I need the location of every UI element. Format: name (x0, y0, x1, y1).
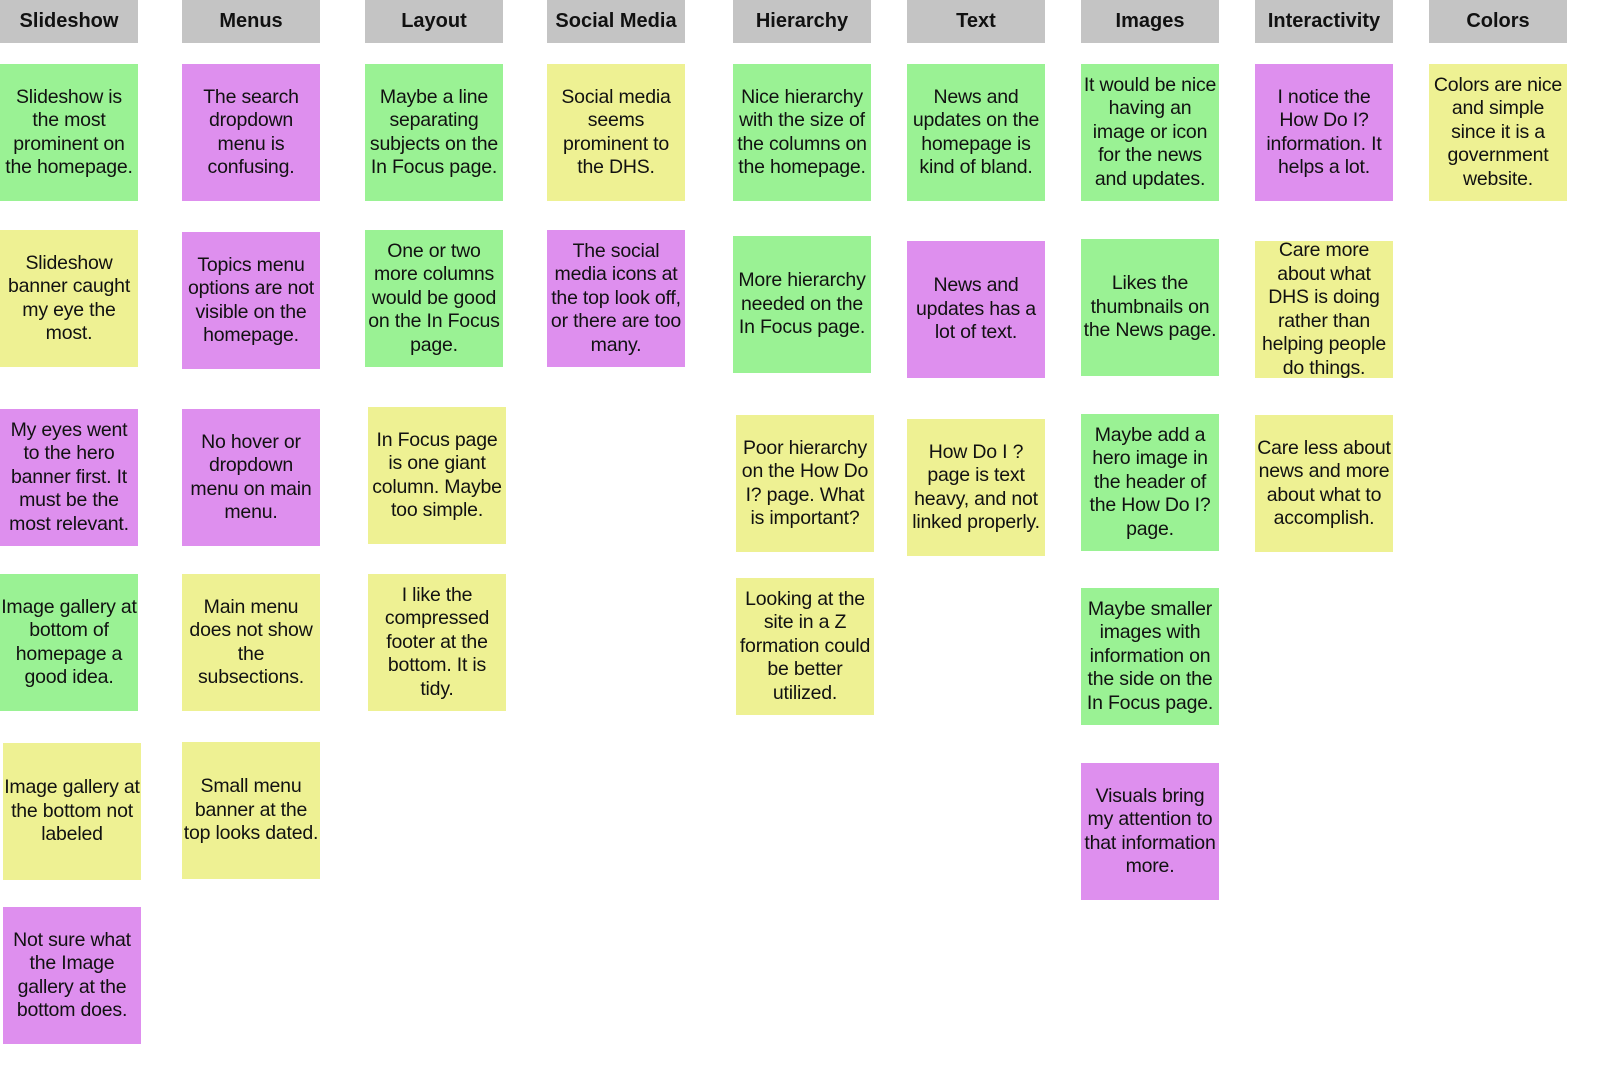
sticky-note-text: Small menu banner at the top looks dated… (183, 775, 319, 845)
sticky-note[interactable]: Looking at the site in a Z formation cou… (736, 578, 874, 715)
column-header: Hierarchy (733, 0, 871, 43)
sticky-note[interactable]: Slideshow banner caught my eye the most. (0, 230, 138, 367)
sticky-note-text: Maybe a line separating subjects on the … (369, 85, 499, 179)
sticky-note-text: Care less about news and more about what… (1257, 436, 1391, 530)
sticky-note-text: Topics menu options are not visible on t… (187, 253, 314, 347)
sticky-note-text: I like the compressed footer at the bott… (384, 583, 490, 700)
sticky-note-text: Image gallery at the bottom not labeled (4, 776, 140, 846)
sticky-note[interactable]: Main menu does not show the subsections. (182, 574, 320, 711)
sticky-note-text: In Focus page is one giant column. Maybe… (372, 428, 502, 522)
sticky-note[interactable]: Slideshow is the most prominent on the h… (0, 64, 138, 201)
sticky-note-text: Likes the thumbnails on the News page. (1083, 272, 1217, 342)
sticky-note[interactable]: Maybe a line separating subjects on the … (365, 64, 503, 201)
sticky-note[interactable]: Topics menu options are not visible on t… (182, 232, 320, 369)
sticky-note[interactable]: Nice hierarchy with the size of the colu… (733, 64, 871, 201)
column-header: Interactivity (1255, 0, 1393, 43)
sticky-note-text: Nice hierarchy with the size of the colu… (737, 85, 867, 179)
column-header: Social Media (547, 0, 685, 43)
sticky-note[interactable]: My eyes went to the hero banner first. I… (0, 409, 138, 546)
column-header: Menus (182, 0, 320, 43)
sticky-note[interactable]: How Do I ? page is text heavy, and not l… (907, 419, 1045, 556)
sticky-note[interactable]: Maybe smaller images with information on… (1081, 588, 1219, 725)
sticky-note[interactable]: Care more about what DHS is doing rather… (1255, 239, 1393, 379)
sticky-note[interactable]: The social media icons at the top look o… (547, 230, 685, 367)
sticky-note[interactable]: Visuals bring my attention to that infor… (1081, 763, 1219, 900)
sticky-note-text: It would be nice having an image or icon… (1083, 73, 1217, 190)
sticky-note[interactable]: Care less about news and more about what… (1255, 415, 1393, 552)
sticky-note-text: Social media seems prominent to the DHS. (561, 85, 671, 179)
sticky-note-text: Looking at the site in a Z formation cou… (739, 587, 871, 704)
sticky-note-text: Maybe smaller images with information on… (1086, 597, 1214, 714)
sticky-note[interactable]: Colors are nice and simple since it is a… (1429, 64, 1567, 201)
sticky-note-text: Poor hierarchy on the How Do I? page. Wh… (741, 436, 869, 530)
sticky-note-text: How Do I ? page is text heavy, and not l… (912, 440, 1040, 534)
sticky-note[interactable]: Likes the thumbnails on the News page. (1081, 239, 1219, 376)
sticky-note-text: I notice the How Do I? information. It h… (1266, 85, 1382, 179)
sticky-note-text: Care more about what DHS is doing rather… (1261, 239, 1387, 379)
sticky-note-text: More hierarchy needed on the In Focus pa… (738, 269, 866, 339)
sticky-note[interactable]: The search dropdown menu is confusing. (182, 64, 320, 201)
column-header: Slideshow (0, 0, 138, 43)
column-header: Colors (1429, 0, 1567, 43)
sticky-note[interactable]: Image gallery at the bottom not labeled (3, 743, 141, 880)
sticky-note[interactable]: Not sure what the Image gallery at the b… (3, 907, 141, 1044)
sticky-note-text: Not sure what the Image gallery at the b… (13, 928, 131, 1022)
sticky-note-text: One or two more columns would be good on… (368, 239, 500, 356)
sticky-note[interactable]: No hover or dropdown menu on main menu. (182, 409, 320, 546)
sticky-note[interactable]: Poor hierarchy on the How Do I? page. Wh… (736, 415, 874, 552)
sticky-note-text: Main menu does not show the subsections. (189, 595, 313, 689)
sticky-note[interactable]: Social media seems prominent to the DHS. (547, 64, 685, 201)
column-header: Text (907, 0, 1045, 43)
sticky-note-text: The search dropdown menu is confusing. (203, 85, 299, 179)
sticky-note-text: News and updates on the homepage is kind… (912, 85, 1040, 179)
sticky-note-text: Image gallery at bottom of homepage a go… (1, 595, 137, 689)
sticky-note-text: Colors are nice and simple since it is a… (1433, 73, 1563, 190)
column-header: Images (1081, 0, 1219, 43)
sticky-note-text: Maybe add a hero image in the header of … (1089, 423, 1211, 540)
sticky-note[interactable]: Image gallery at bottom of homepage a go… (0, 574, 138, 711)
sticky-note[interactable]: Small menu banner at the top looks dated… (182, 742, 320, 879)
sticky-note-text: Slideshow is the most prominent on the h… (5, 85, 133, 179)
sticky-note[interactable]: I notice the How Do I? information. It h… (1255, 64, 1393, 201)
sticky-note[interactable]: I like the compressed footer at the bott… (368, 574, 506, 711)
column-header: Layout (365, 0, 503, 43)
sticky-note[interactable]: It would be nice having an image or icon… (1081, 64, 1219, 201)
sticky-note[interactable]: One or two more columns would be good on… (365, 230, 503, 367)
sticky-note-text: Visuals bring my attention to that infor… (1084, 784, 1216, 878)
sticky-note-text: The social media icons at the top look o… (550, 239, 682, 356)
sticky-note-text: News and updates has a lot of text. (916, 274, 1036, 344)
sticky-note[interactable]: News and updates has a lot of text. (907, 241, 1045, 378)
sticky-note[interactable]: More hierarchy needed on the In Focus pa… (733, 236, 871, 373)
sticky-note[interactable]: In Focus page is one giant column. Maybe… (368, 407, 506, 544)
sticky-note[interactable]: Maybe add a hero image in the header of … (1081, 414, 1219, 551)
sticky-note-text: My eyes went to the hero banner first. I… (9, 418, 129, 535)
sticky-note[interactable]: News and updates on the homepage is kind… (907, 64, 1045, 201)
sticky-note-text: No hover or dropdown menu on main menu. (190, 430, 312, 524)
sticky-note-text: Slideshow banner caught my eye the most. (7, 251, 131, 345)
